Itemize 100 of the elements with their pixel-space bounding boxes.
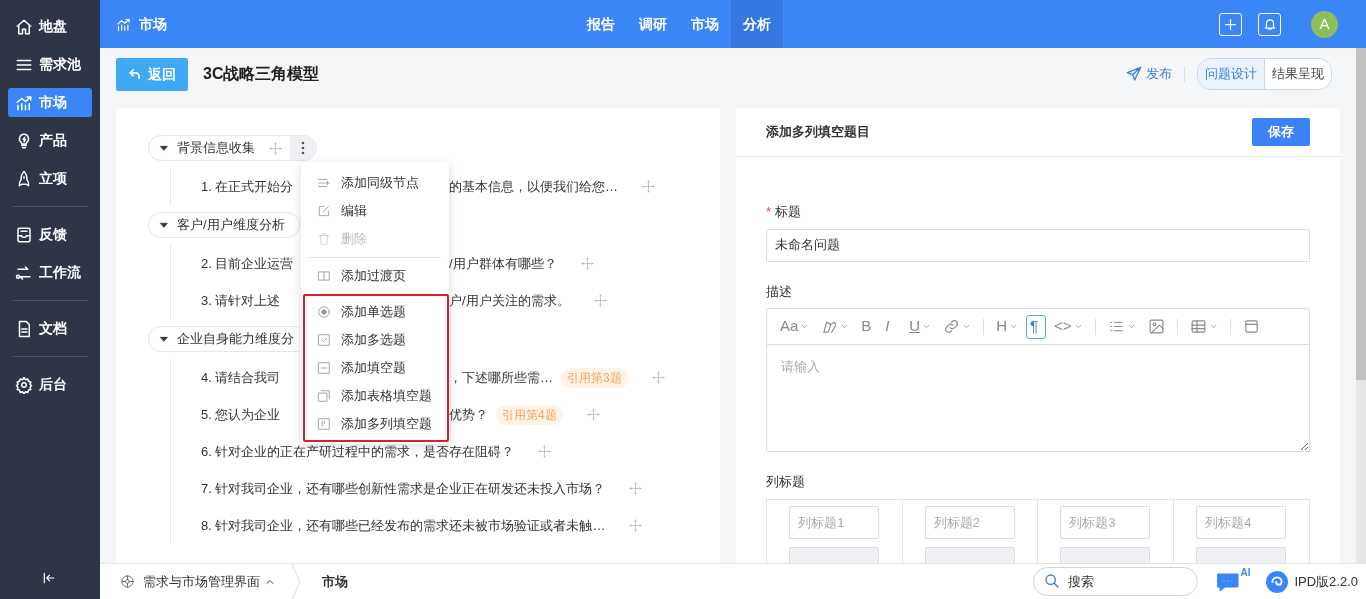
chat-bubble-icon [1216,571,1241,592]
workflow-icon [15,263,33,282]
scrollbar-thumb[interactable] [1356,48,1366,380]
nav-tab[interactable]: 分析 [731,0,783,48]
move-icon [580,257,594,270]
scrollbar[interactable] [1356,48,1366,563]
format-button[interactable]: Aa [776,314,814,339]
more-button[interactable] [290,136,316,160]
question-text[interactable]: 7. 针对我司企业，还有哪些创新性需求是企业正在研发还未投入市场？ [201,478,606,499]
app-switcher[interactable]: 需求与市场管理界面 [120,571,276,592]
field-label: 标题 [775,203,802,221]
checkbox-icon [317,333,331,347]
field-label: 描述 [766,282,792,301]
logo-icon [1266,570,1289,593]
sidebar-item[interactable]: 立项 [8,164,92,193]
format-button[interactable]: ¶ [1026,314,1047,339]
publish-button[interactable]: 发布 [1126,64,1172,84]
question-text[interactable]: 8. 针对我司企业，还有哪些已经发布的需求还未被市场验证或者未触… [201,515,606,536]
page-title: 市场 [139,14,167,34]
radio-icon [317,305,331,319]
nav-tab[interactable]: 调研 [627,0,679,48]
sidebar-item[interactable]: 后台 [8,370,92,399]
column-title-field[interactable]: 列标题3 [1060,505,1151,539]
columns-icon [317,417,331,431]
move-icon [629,482,643,495]
view-tab[interactable]: 结果呈现 [1265,59,1331,89]
format-button[interactable]: U [905,314,936,339]
menu-item[interactable]: 添加同级节点 [301,169,449,197]
trash-icon [317,232,331,246]
sidebar-item[interactable]: 文档 [8,314,92,343]
sidebar-item[interactable]: 需求池 [8,50,92,79]
menu-item[interactable]: 添加单选题 [305,298,447,326]
menu-item[interactable]: 添加多列填空题 [305,410,447,438]
chart-icon [15,93,33,112]
question-text[interactable]: 5. 您认为企业 [201,406,281,422]
settings-icon [15,375,33,394]
question-text[interactable]: 4. 请结合我司 [201,369,281,385]
menu-item[interactable]: 编辑 [301,197,449,225]
collapse-icon [42,571,56,585]
table-icon [317,389,331,403]
version-label: IPD版2.2.0 [1294,572,1358,591]
column-title-field[interactable]: 列标题4 [1196,505,1287,539]
view-tab[interactable]: 问题设计 [1198,59,1265,89]
add-button[interactable] [1219,12,1242,36]
search-field[interactable]: 搜索 [1033,567,1199,596]
layout-icon [1242,318,1260,335]
format-button[interactable]: B [857,314,878,339]
required-mark: * [766,203,772,221]
title-field[interactable]: 未命名问题 [766,228,1310,262]
field-label: 列标题 [766,473,805,491]
page-heading: 3C战略三角模型 [203,64,320,84]
reference-tag: 引用第4题 [496,404,563,425]
sidebar-item[interactable]: 产品 [8,126,92,155]
move-icon [593,294,607,307]
nav-tab[interactable]: 报告 [575,0,627,48]
question-text[interactable]: 2. 目前企业运营 [201,255,294,271]
back-arrow-icon [128,67,142,81]
question-text[interactable]: 1. 在正式开始分 [201,178,294,194]
format-button[interactable]: <> [1050,314,1087,339]
question-text[interactable]: ，下述哪所些需… [449,367,553,388]
question-text[interactable]: 户/用户关注的需求。 [449,290,570,311]
reference-tag: 引用第3题 [561,367,628,388]
column-title-field[interactable]: 列标题2 [924,505,1015,539]
app-icon [120,574,135,589]
sidebar-item[interactable]: 市场 [8,88,92,117]
link-icon [943,318,961,335]
move-icon [651,371,665,384]
question-text[interactable]: 优势？ [449,404,488,425]
question-text[interactable]: 3. 请针对上述 [201,292,281,308]
move-icon [642,180,655,193]
page-icon [317,269,331,283]
chart-icon [116,16,131,32]
section-label: 客户/用户维度分析 [177,216,285,235]
edit-icon [317,204,331,218]
column-title-field[interactable]: 列标题1 [789,505,880,539]
save-button[interactable]: 保存 [1252,118,1310,146]
section-label: 企业自身能力维度分 [177,330,294,349]
breadcrumb-item[interactable]: 市场 [322,571,348,592]
panel-title: 添加多列填空题目 [766,123,870,142]
add-sibling-icon [317,176,331,190]
sidebar-item[interactable]: 反馈 [8,220,92,249]
sidebar-item[interactable]: 工作流 [8,258,92,287]
sidebar-item[interactable]: 地盘 [8,12,92,41]
notifications-button[interactable] [1258,12,1281,36]
fill-blank-icon [317,361,331,375]
question-text[interactable]: /用户群体有哪些？ [449,253,557,274]
menu-item[interactable]: 添加过渡页 [301,262,449,290]
move-icon [586,408,600,421]
menu-item[interactable]: 添加填空题 [305,354,447,382]
section-label: 背景信息收集 [177,139,255,158]
bell-icon [1262,17,1277,31]
question-text[interactable]: 的基本信息，以便我们给您… [449,176,618,197]
question-text[interactable]: 6. 针对企业的正在产研过程中的需求，是否存在阻碍？ [201,441,515,462]
plus-icon [1223,16,1238,32]
rich-text-editor[interactable]: Aa B I U H ¶ <> 请输入 [766,308,1310,452]
menu-item[interactable]: 添加表格填空题 [305,382,447,410]
format-button[interactable]: I [881,314,902,339]
nav-tab[interactable]: 市场 [679,0,731,48]
home-icon [15,17,33,36]
format-button[interactable]: H [992,314,1023,339]
